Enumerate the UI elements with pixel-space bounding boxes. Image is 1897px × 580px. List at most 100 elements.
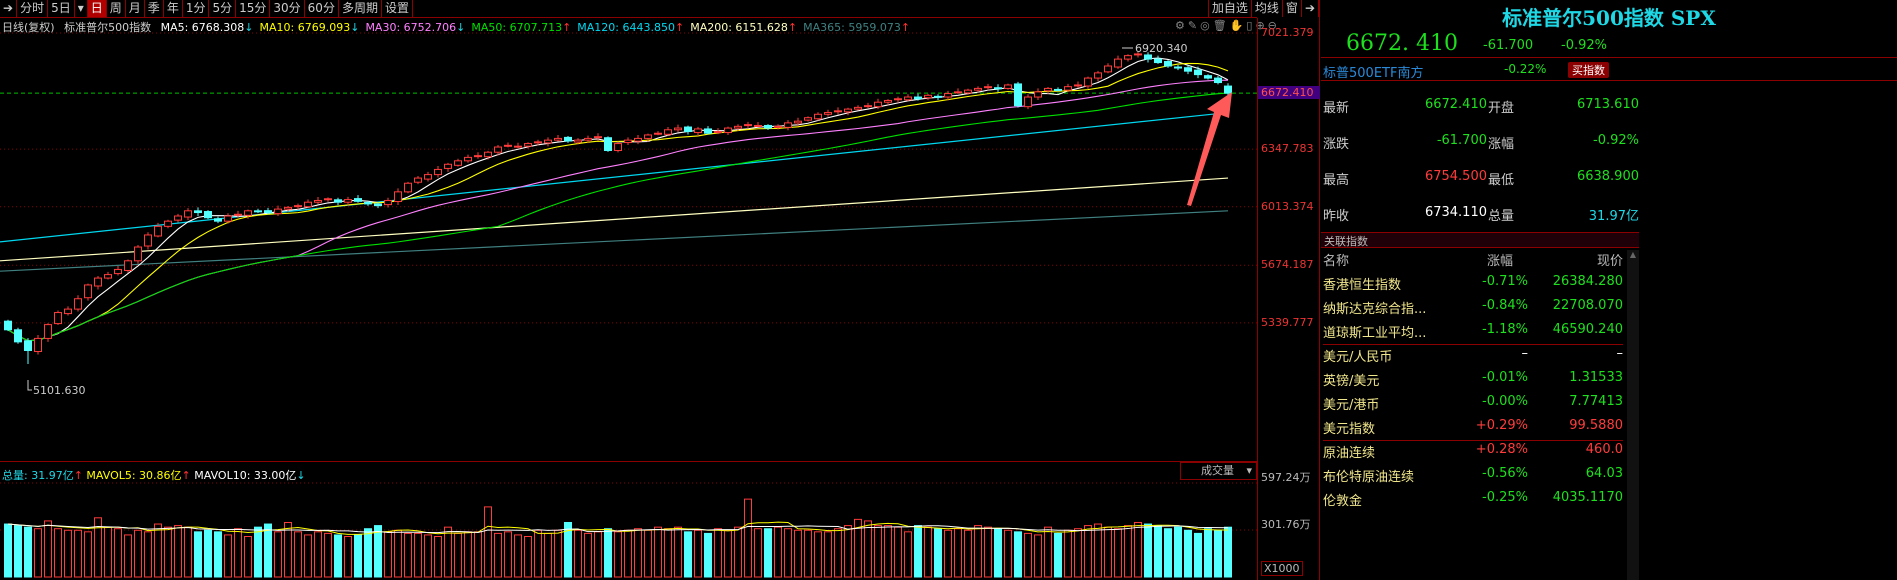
volume-bar (904, 531, 912, 578)
volume-bar (814, 531, 822, 578)
volume-bar (414, 532, 422, 578)
related-name: 香港恒生指数 (1323, 278, 1402, 293)
candle-body (414, 177, 422, 183)
volume-bar (584, 532, 592, 578)
related-name: 美元/港币 (1323, 398, 1380, 413)
candle-body (1044, 87, 1052, 92)
etf-row[interactable]: 标普500ETF南方 -0.22% 买指数 (1321, 58, 1897, 81)
candle-body (424, 174, 432, 180)
volume-bar (34, 528, 42, 578)
volume-bar (574, 529, 582, 578)
volume-bar (1134, 521, 1142, 578)
etf-name[interactable]: 标普500ETF南方 (1323, 62, 1423, 81)
candle-body (624, 139, 632, 144)
price-axis: 7021.379 6347.783 6013.374 5674.187 5339.777… (1257, 18, 1320, 580)
candle-body (14, 329, 22, 343)
related-name: 布伦特原油连续 (1323, 470, 1415, 485)
related-name: 英镑/美元 (1323, 374, 1380, 389)
volume-bar (374, 525, 382, 578)
candle-body (404, 182, 412, 193)
price-change-pct: -0.92% (1561, 38, 1607, 53)
volume-bar (1004, 529, 1012, 578)
related-row[interactable]: 美元指数 +0.29% 99.5880 (1323, 418, 1623, 442)
candle-body (494, 146, 502, 153)
expand-icon[interactable]: ➔ (1302, 0, 1319, 17)
candle-body (564, 136, 572, 142)
column-header[interactable]: 名称 (1323, 250, 1349, 269)
candle-body (704, 128, 712, 134)
column-header[interactable]: 现价 (1597, 250, 1623, 269)
related-row[interactable]: 原油连续 +0.28% 460.0 (1323, 442, 1623, 466)
indicator-selector[interactable]: 成交量 ▾ (1180, 462, 1257, 480)
candle-body (1014, 83, 1022, 107)
volume-bar (384, 531, 392, 578)
candle-body (684, 126, 692, 133)
volume-bar (224, 534, 232, 578)
volume-bar (924, 526, 932, 578)
volume-bar (1124, 525, 1132, 578)
volume-unit: X1000 (1261, 561, 1303, 576)
related-pct: -0.25% (1482, 490, 1528, 505)
candle-body (744, 124, 752, 127)
candle-body (864, 105, 872, 108)
related-row[interactable]: 香港恒生指数 -0.71% 26384.280 (1323, 274, 1623, 298)
candle-body (924, 94, 932, 99)
related-pct: -0.01% (1482, 370, 1528, 385)
candle-body (694, 128, 702, 134)
volume-bar (464, 531, 472, 578)
security-title: 标准普尔500指数 SPX (1502, 6, 1716, 30)
volume-bar (174, 525, 182, 578)
related-row[interactable]: 美元/人民币 – – (1323, 346, 1623, 370)
candle-body (1004, 84, 1012, 89)
volume-bar (1194, 532, 1202, 578)
stat-value: 6638.900 (1576, 169, 1639, 184)
related-name: 美元/人民币 (1323, 350, 1393, 365)
stat-label: 最低 (1488, 173, 1515, 188)
related-row[interactable]: 伦敦金 -0.25% 4035.1170 (1323, 490, 1623, 514)
volume-bar (1104, 526, 1112, 578)
related-pct: -0.00% (1482, 394, 1528, 409)
volume-bar (314, 531, 322, 578)
candle-body (904, 96, 912, 101)
related-row[interactable]: 布伦特原油连续 -0.56% 64.03 (1323, 466, 1623, 490)
related-row[interactable]: 道琼斯工业平均... -1.18% 46590.240 (1323, 322, 1623, 346)
volume-bar (194, 531, 202, 578)
candle-body (84, 284, 92, 299)
volume-bar (294, 531, 302, 578)
volume-bar (214, 531, 222, 578)
related-row[interactable]: 英镑/美元 -0.01% 1.31533 (1323, 370, 1623, 394)
candle-body (354, 198, 362, 202)
total-volume: 总量: 31.97亿 (2, 469, 74, 482)
scrollbar[interactable]: ▲ (1627, 250, 1639, 580)
toolbar-right-button[interactable]: 窗 (1283, 0, 1302, 17)
related-pct: +0.29% (1475, 418, 1528, 433)
candle-body (54, 312, 62, 325)
related-row[interactable]: 美元/港币 -0.00% 7.77413 (1323, 394, 1623, 418)
candle-body (954, 91, 962, 94)
related-header-row: 名称 涨幅 现价 (1323, 250, 1623, 274)
current-price-label: 6672.410 (1258, 86, 1320, 100)
related-pct: – (1521, 346, 1529, 361)
candle-body (104, 274, 112, 279)
candle-body (804, 117, 812, 121)
volume-bar (354, 534, 362, 578)
column-header[interactable]: 涨幅 (1487, 250, 1513, 269)
buy-index-button[interactable]: 买指数 (1568, 62, 1609, 78)
candle-body (174, 215, 182, 221)
related-row[interactable]: 纳斯达克综合指... -0.84% 22708.070 (1323, 298, 1623, 322)
candle-body (464, 156, 472, 162)
volume-bar (434, 536, 442, 578)
candle-body (34, 337, 42, 353)
kline-chart[interactable]: 6920.340 5101.630 (0, 0, 1257, 580)
volume-bar (1154, 525, 1162, 578)
volume-bar (274, 531, 282, 578)
candle-body (1054, 88, 1062, 91)
candle-body (784, 122, 792, 128)
stat-label: 昨收 (1323, 209, 1350, 224)
stat-value: 6754.500 (1424, 169, 1487, 184)
volume-bar (1054, 532, 1062, 578)
volume-bar (864, 520, 872, 578)
related-price: 64.03 (1585, 466, 1623, 481)
related-price: 99.5880 (1569, 418, 1623, 433)
stat-label: 最高 (1323, 173, 1350, 188)
